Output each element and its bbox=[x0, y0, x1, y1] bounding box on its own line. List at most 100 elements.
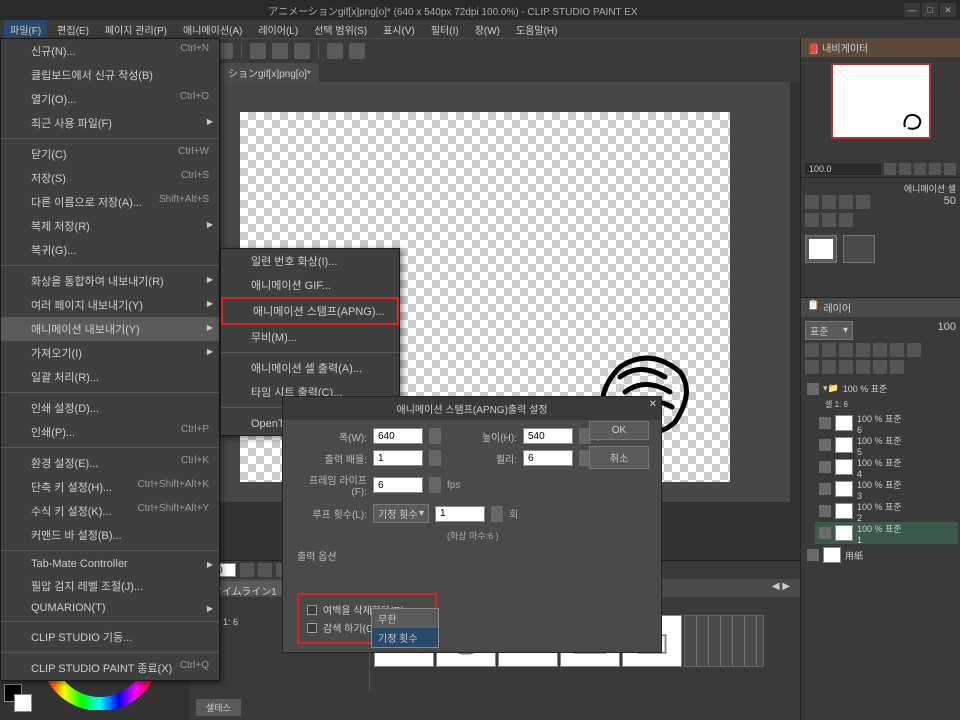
anim-tool-icon[interactable] bbox=[839, 195, 853, 209]
menu-film[interactable]: 필압 검지 레벨 조절(J)... bbox=[1, 574, 219, 598]
zoom-value[interactable]: 100.0 bbox=[805, 163, 881, 175]
layer-icon[interactable] bbox=[890, 343, 904, 357]
menu-view[interactable]: 표시(V) bbox=[377, 20, 421, 39]
anim-icon[interactable] bbox=[822, 213, 836, 227]
framerate-input[interactable] bbox=[373, 477, 423, 493]
sub-cel[interactable]: 애니메이션 셀 출력(A)... bbox=[221, 356, 399, 380]
loop-spinner[interactable] bbox=[491, 506, 503, 522]
zoom-out-icon[interactable] bbox=[884, 163, 896, 175]
layer-icon[interactable] bbox=[907, 343, 921, 357]
scale-spinner[interactable] bbox=[429, 450, 441, 466]
layer-icon[interactable] bbox=[839, 360, 853, 374]
navigator-thumbnail[interactable] bbox=[831, 63, 931, 139]
menu-new-clip[interactable]: 클립보드에서 신규 작성(B) bbox=[1, 63, 219, 87]
sub-movie[interactable]: 무비(M)... bbox=[221, 325, 399, 349]
framerate-spinner[interactable] bbox=[429, 477, 441, 493]
menu-recent[interactable]: 최근 사용 파일(F) bbox=[1, 111, 219, 135]
menu-edit[interactable]: 편집(E) bbox=[51, 20, 95, 39]
menu-batch[interactable]: 일괄 처리(R)... bbox=[1, 365, 219, 389]
menu-layer[interactable]: 레이어(L) bbox=[252, 20, 304, 39]
sub-gif[interactable]: 애니메이션 GIF... bbox=[221, 273, 399, 297]
timeline-button[interactable]: 셀테스 bbox=[196, 699, 241, 716]
tl-first-icon[interactable] bbox=[240, 563, 254, 577]
menu-csstart[interactable]: CLIP STUDIO 기동... bbox=[1, 625, 219, 649]
layer-row[interactable]: 100 % 표준3 bbox=[815, 478, 958, 500]
document-tab[interactable]: ションgif[x]png[o]* bbox=[220, 63, 319, 82]
layer-row[interactable]: 100 % 표준4 bbox=[815, 456, 958, 478]
menu-filter[interactable]: 필터(I) bbox=[425, 20, 465, 39]
anim-icon[interactable] bbox=[839, 213, 853, 227]
close-button[interactable]: ✕ bbox=[940, 3, 956, 17]
height-input[interactable] bbox=[523, 428, 573, 444]
tool-ruler-icon[interactable] bbox=[250, 43, 266, 59]
menu-window[interactable]: 창(W) bbox=[469, 20, 506, 39]
menu-anim[interactable]: 애니메이션(A) bbox=[177, 20, 248, 39]
cancel-button[interactable]: 취소 bbox=[589, 446, 649, 469]
menu-modkey[interactable]: 수식 키 설정(K)...Ctrl+Shift+Alt+Y bbox=[1, 499, 219, 523]
menu-saveas[interactable]: 다른 이름으로 저장(A)...Shift+Alt+S bbox=[1, 190, 219, 214]
maximize-button[interactable]: □ bbox=[922, 3, 938, 17]
anim-tool-icon[interactable] bbox=[805, 195, 819, 209]
menu-file[interactable]: 파일(F) bbox=[4, 20, 47, 39]
tl-prev-icon[interactable] bbox=[258, 563, 272, 577]
anim-tool-icon[interactable] bbox=[856, 195, 870, 209]
anim-tool-icon[interactable] bbox=[822, 195, 836, 209]
zoom-fit-icon[interactable] bbox=[914, 163, 926, 175]
width-input[interactable] bbox=[373, 428, 423, 444]
tool-help-icon[interactable] bbox=[349, 43, 365, 59]
layer-row[interactable]: 100 % 표준5 bbox=[815, 434, 958, 456]
tool-csp-icon[interactable] bbox=[327, 43, 343, 59]
layer-icon[interactable] bbox=[856, 360, 870, 374]
scale-input[interactable] bbox=[373, 450, 423, 466]
loop-opt-fixed[interactable]: 기정 횟수 bbox=[372, 628, 438, 647]
sub-serial[interactable]: 일련 번호 화상(I)... bbox=[221, 249, 399, 273]
layer-icon[interactable] bbox=[805, 360, 819, 374]
sub-apng[interactable]: 애니메이션 스탬프(APNG)... bbox=[221, 297, 399, 325]
loop-opt-infinite[interactable]: 무한 bbox=[372, 609, 438, 628]
layer-icon[interactable] bbox=[890, 360, 904, 374]
menu-savedup[interactable]: 복제 저장(R) bbox=[1, 214, 219, 238]
opacity-value[interactable]: 100 bbox=[938, 321, 956, 340]
menu-export-multi[interactable]: 여러 페이지 내보내기(Y) bbox=[1, 293, 219, 317]
frame-group[interactable] bbox=[684, 615, 764, 667]
layer-icon[interactable] bbox=[856, 343, 870, 357]
menu-new[interactable]: 신규(N)...Ctrl+N bbox=[1, 39, 219, 63]
loop-dropdown[interactable]: 기정 횟수▾ bbox=[373, 504, 429, 523]
layer-icon[interactable] bbox=[822, 360, 836, 374]
menu-page[interactable]: 페이지 관리(P) bbox=[99, 20, 173, 39]
menu-close[interactable]: 닫기(C)Ctrl+W bbox=[1, 142, 219, 166]
rotate-icon[interactable] bbox=[929, 163, 941, 175]
minimize-button[interactable]: — bbox=[904, 3, 920, 17]
menu-revert[interactable]: 복귀(G)... bbox=[1, 238, 219, 262]
menu-save[interactable]: 저장(S)Ctrl+S bbox=[1, 166, 219, 190]
blend-mode-dropdown[interactable]: 표준▾ bbox=[805, 321, 853, 340]
bg-color-swatch[interactable] bbox=[14, 694, 32, 712]
menu-cmdbar[interactable]: 커맨드 바 설정(B)... bbox=[1, 523, 219, 547]
tool-snap-icon[interactable] bbox=[272, 43, 288, 59]
menu-export-anim[interactable]: 애니메이션 내보내기(Y) bbox=[1, 317, 219, 341]
menu-import[interactable]: 가져오기(I) bbox=[1, 341, 219, 365]
layer-icon[interactable] bbox=[873, 343, 887, 357]
anim-icon[interactable] bbox=[805, 213, 819, 227]
layer-paper[interactable]: 用紙 bbox=[803, 544, 958, 566]
menu-print[interactable]: 인쇄(P)...Ctrl+P bbox=[1, 420, 219, 444]
layer-icon[interactable] bbox=[822, 343, 836, 357]
layer-icon[interactable] bbox=[805, 343, 819, 357]
layer-row[interactable]: 100 % 표준1 bbox=[815, 522, 958, 544]
menu-print-set[interactable]: 인쇄 설정(D)... bbox=[1, 396, 219, 420]
cel-empty[interactable] bbox=[843, 235, 875, 263]
layer-icon[interactable] bbox=[839, 343, 853, 357]
dialog-close-icon[interactable]: ✕ bbox=[649, 399, 657, 410]
layer-icon[interactable] bbox=[873, 360, 887, 374]
flip-icon[interactable] bbox=[944, 163, 956, 175]
loop-count-input[interactable] bbox=[435, 506, 485, 522]
zoom-in-icon[interactable] bbox=[899, 163, 911, 175]
menu-help[interactable]: 도움말(H) bbox=[510, 20, 563, 39]
menu-select[interactable]: 선택 범위(S) bbox=[308, 20, 373, 39]
layer-folder[interactable]: ▾📁100 % 표준 bbox=[803, 380, 958, 397]
cel-thumbnail[interactable] bbox=[805, 235, 837, 263]
menu-exit[interactable]: CLIP STUDIO PAINT 종료(X)Ctrl+Q bbox=[1, 656, 219, 680]
tool-grid-icon[interactable] bbox=[294, 43, 310, 59]
quality-input[interactable] bbox=[523, 450, 573, 466]
menu-export-merge[interactable]: 화상을 통합하여 내보내기(R) bbox=[1, 269, 219, 293]
